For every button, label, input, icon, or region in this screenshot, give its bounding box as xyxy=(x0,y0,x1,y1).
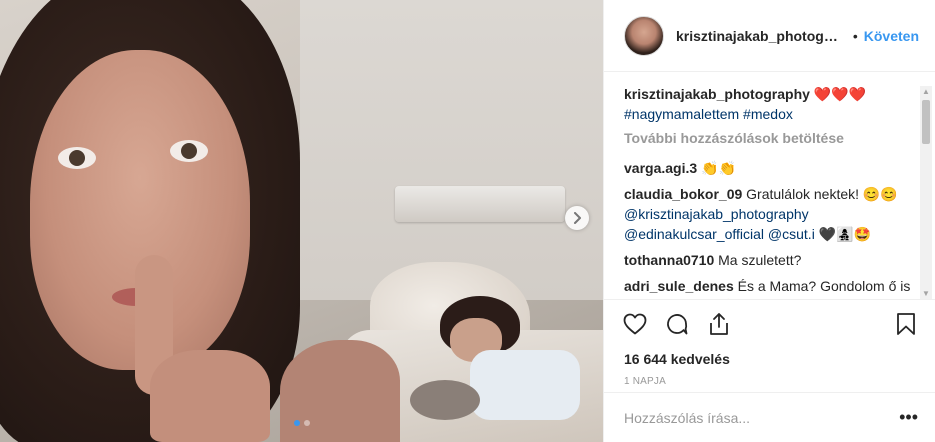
comment-button[interactable] xyxy=(664,311,690,337)
carousel-indicator xyxy=(0,420,603,426)
load-more-comments-button[interactable]: További hozzászólások betöltése xyxy=(624,130,911,146)
chevron-right-icon xyxy=(574,212,581,224)
share-button[interactable] xyxy=(706,311,732,337)
likes-count[interactable]: 16 644 kedvelés xyxy=(604,348,935,370)
comment-suffix: 🖤👩‍👧‍👦🤩 xyxy=(818,226,871,242)
comment-item: claudia_bokor_09 Gratulálok nektek! 😊😊 @… xyxy=(624,184,911,244)
post-timestamp[interactable]: 1 NAPJA xyxy=(604,374,935,390)
comment-username[interactable]: claudia_bokor_09 xyxy=(624,186,742,202)
post-photo[interactable] xyxy=(0,0,603,442)
scroll-up-icon[interactable]: ▲ xyxy=(920,86,932,98)
scrollbar-thumb[interactable] xyxy=(922,100,930,144)
caption-text: ❤️❤️❤️ xyxy=(813,86,867,102)
instagram-post: krisztinajakab_photogra... • Követen kri… xyxy=(0,0,935,442)
comment-username[interactable]: adri_sule_denes xyxy=(624,278,734,294)
more-options-button[interactable]: ••• xyxy=(899,407,918,428)
caption-username[interactable]: krisztinajakab_photography xyxy=(624,86,810,102)
photo-shoulder xyxy=(280,340,400,442)
comment-username[interactable]: varga.agi.3 xyxy=(624,160,697,176)
comment-text: Ma szuletett? xyxy=(718,252,802,268)
photo-hand xyxy=(150,350,270,442)
comment-item: adri_sule_denes És a Mama? Gondolom ő is… xyxy=(624,276,911,299)
comment-mentions[interactable]: @krisztinajakab_photography @edinakulcsa… xyxy=(624,206,815,242)
share-icon xyxy=(710,313,728,335)
post-username[interactable]: krisztinajakab_photogra... xyxy=(676,28,843,44)
comment-item: varga.agi.3 👏👏 xyxy=(624,158,911,178)
photo-right-eye xyxy=(170,140,208,162)
photo-wall xyxy=(300,0,603,300)
scroll-down-icon[interactable]: ▼ xyxy=(920,288,932,299)
bookmark-icon xyxy=(897,313,915,335)
photo-gown xyxy=(470,350,580,420)
comment-username[interactable]: tothanna0710 xyxy=(624,252,714,268)
comment-icon xyxy=(667,314,688,335)
avatar[interactable] xyxy=(624,15,664,56)
comments-list: krisztinajakab_photography ❤️❤️❤️ #nagym… xyxy=(604,72,935,300)
post-side-panel: krisztinajakab_photogra... • Követen kri… xyxy=(603,0,935,442)
photo-baby xyxy=(410,380,480,420)
comments-scrollbar[interactable]: ▲ ▼ xyxy=(920,86,932,299)
like-button[interactable] xyxy=(622,311,648,337)
comment-input[interactable] xyxy=(624,409,900,426)
carousel-next-button[interactable] xyxy=(565,206,589,230)
caption-hashtags[interactable]: #nagymamalettem #medox xyxy=(624,106,793,122)
photo-bed-rail xyxy=(395,186,565,222)
photo-left-eye xyxy=(58,147,96,169)
add-comment-bar: ••• xyxy=(604,392,935,442)
header-separator: • xyxy=(852,27,858,44)
follow-button[interactable]: Követen xyxy=(864,28,919,44)
comment-text: 👏👏 xyxy=(701,160,736,176)
heart-icon xyxy=(623,313,647,335)
caption: krisztinajakab_photography ❤️❤️❤️ #nagym… xyxy=(624,84,911,124)
post-actions xyxy=(604,300,935,348)
comment-text: Gratulálok nektek! 😊😊 xyxy=(746,186,898,202)
comment-item: tothanna0710 Ma szuletett? xyxy=(624,250,911,270)
carousel-dot xyxy=(293,420,300,426)
carousel-dot xyxy=(303,420,310,426)
save-button[interactable] xyxy=(893,311,919,337)
post-header: krisztinajakab_photogra... • Követen xyxy=(604,0,935,72)
